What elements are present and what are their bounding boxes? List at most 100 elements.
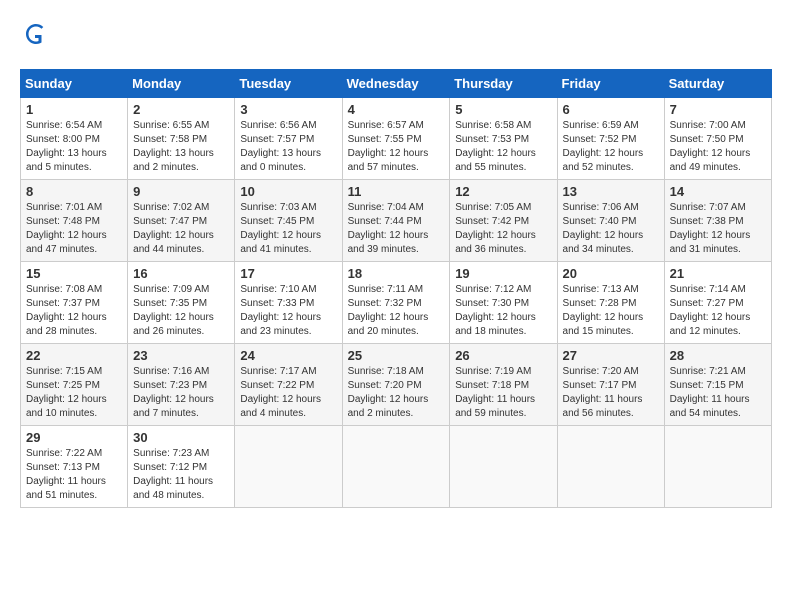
day-number: 25 [348,348,445,363]
day-info: Sunrise: 7:19 AMSunset: 7:18 PMDaylight:… [455,365,551,421]
calendar-week-row: 29 Sunrise: 7:22 AMSunset: 7:13 PMDayligh… [21,426,772,508]
calendar-day-cell: 11 Sunrise: 7:04 AMSunset: 7:44 PMDayligh… [342,180,450,262]
calendar-day-cell: 17 Sunrise: 7:10 AMSunset: 7:33 PMDayligh… [235,262,342,344]
calendar-day-cell [235,426,342,508]
weekday-header-monday: Monday [128,70,235,98]
calendar-day-cell: 4 Sunrise: 6:57 AMSunset: 7:55 PMDaylight… [342,98,450,180]
logo [20,20,50,53]
day-info: Sunrise: 7:22 AMSunset: 7:13 PMDaylight:… [26,447,122,503]
calendar-day-cell [342,426,450,508]
day-info: Sunrise: 7:16 AMSunset: 7:23 PMDaylight:… [133,365,229,421]
day-info: Sunrise: 7:23 AMSunset: 7:12 PMDaylight:… [133,447,229,503]
day-number: 12 [455,184,551,199]
calendar-day-cell: 8 Sunrise: 7:01 AMSunset: 7:48 PMDaylight… [21,180,128,262]
calendar-day-cell: 1 Sunrise: 6:54 AMSunset: 8:00 PMDaylight… [21,98,128,180]
calendar-day-cell: 22 Sunrise: 7:15 AMSunset: 7:25 PMDayligh… [21,344,128,426]
day-info: Sunrise: 7:21 AMSunset: 7:15 PMDaylight:… [670,365,766,421]
calendar-day-cell [557,426,664,508]
day-info: Sunrise: 7:15 AMSunset: 7:25 PMDaylight:… [26,365,122,421]
day-number: 22 [26,348,122,363]
calendar-day-cell [664,426,771,508]
calendar-day-cell: 27Sunrise: 7:20 AMSunset: 7:17 PMDayligh… [557,344,664,426]
day-number: 28 [670,348,766,363]
day-number: 11 [348,184,445,199]
calendar-day-cell: 30 Sunrise: 7:23 AMSunset: 7:12 PMDayligh… [128,426,235,508]
calendar-table: SundayMondayTuesdayWednesdayThursdayFrid… [20,69,772,508]
calendar-day-cell: 25 Sunrise: 7:18 AMSunset: 7:20 PMDayligh… [342,344,450,426]
day-number: 29 [26,430,122,445]
calendar-day-cell: 28 Sunrise: 7:21 AMSunset: 7:15 PMDayligh… [664,344,771,426]
calendar-day-cell: 2 Sunrise: 6:55 AMSunset: 7:58 PMDaylight… [128,98,235,180]
weekday-header-saturday: Saturday [664,70,771,98]
day-number: 17 [240,266,336,281]
day-number: 23 [133,348,229,363]
calendar-day-cell [450,426,557,508]
day-number: 2 [133,102,229,117]
day-number: 19 [455,266,551,281]
day-info: Sunrise: 7:02 AMSunset: 7:47 PMDaylight:… [133,201,229,257]
weekday-header-tuesday: Tuesday [235,70,342,98]
day-info: Sunrise: 7:04 AMSunset: 7:44 PMDaylight:… [348,201,445,257]
calendar-day-cell: 15 Sunrise: 7:08 AMSunset: 7:37 PMDayligh… [21,262,128,344]
weekday-header-sunday: Sunday [21,70,128,98]
day-number: 15 [26,266,122,281]
logo-icon [22,20,50,48]
calendar-day-cell: 5 Sunrise: 6:58 AMSunset: 7:53 PMDaylight… [450,98,557,180]
calendar-day-cell: 13Sunrise: 7:06 AMSunset: 7:40 PMDayligh… [557,180,664,262]
calendar-week-row: 1 Sunrise: 6:54 AMSunset: 8:00 PMDaylight… [21,98,772,180]
calendar-day-cell: 20 Sunrise: 7:13 AMSunset: 7:28 PMDayligh… [557,262,664,344]
day-number: 30 [133,430,229,445]
calendar-day-cell: 7Sunrise: 7:00 AMSunset: 7:50 PMDaylight… [664,98,771,180]
day-number: 1 [26,102,122,117]
day-info: Sunrise: 7:06 AMSunset: 7:40 PMDaylight:… [563,201,659,257]
day-info: Sunrise: 7:08 AMSunset: 7:37 PMDaylight:… [26,283,122,339]
day-info: Sunrise: 6:58 AMSunset: 7:53 PMDaylight:… [455,119,551,175]
calendar-day-cell: 14 Sunrise: 7:07 AMSunset: 7:38 PMDayligh… [664,180,771,262]
page-header [20,20,772,53]
calendar-day-cell: 6 Sunrise: 6:59 AMSunset: 7:52 PMDaylight… [557,98,664,180]
day-info: Sunrise: 7:10 AMSunset: 7:33 PMDaylight:… [240,283,336,339]
day-number: 4 [348,102,445,117]
day-number: 24 [240,348,336,363]
calendar-day-cell: 9 Sunrise: 7:02 AMSunset: 7:47 PMDaylight… [128,180,235,262]
day-info: Sunrise: 7:13 AMSunset: 7:28 PMDaylight:… [563,283,659,339]
day-info: Sunrise: 7:07 AMSunset: 7:38 PMDaylight:… [670,201,766,257]
day-info: Sunrise: 7:14 AMSunset: 7:27 PMDaylight:… [670,283,766,339]
day-number: 10 [240,184,336,199]
day-number: 18 [348,266,445,281]
day-info: Sunrise: 7:01 AMSunset: 7:48 PMDaylight:… [26,201,122,257]
day-number: 8 [26,184,122,199]
day-info: Sunrise: 7:03 AMSunset: 7:45 PMDaylight:… [240,201,336,257]
day-number: 6 [563,102,659,117]
calendar-day-cell: 26Sunrise: 7:19 AMSunset: 7:18 PMDayligh… [450,344,557,426]
day-number: 16 [133,266,229,281]
day-number: 9 [133,184,229,199]
day-info: Sunrise: 6:54 AMSunset: 8:00 PMDaylight:… [26,119,122,175]
day-info: Sunrise: 6:55 AMSunset: 7:58 PMDaylight:… [133,119,229,175]
weekday-header-wednesday: Wednesday [342,70,450,98]
day-info: Sunrise: 7:00 AMSunset: 7:50 PMDaylight:… [670,119,766,175]
calendar-week-row: 22 Sunrise: 7:15 AMSunset: 7:25 PMDayligh… [21,344,772,426]
day-info: Sunrise: 6:56 AMSunset: 7:57 PMDaylight:… [240,119,336,175]
weekday-header-friday: Friday [557,70,664,98]
day-info: Sunrise: 6:57 AMSunset: 7:55 PMDaylight:… [348,119,445,175]
calendar-header-row: SundayMondayTuesdayWednesdayThursdayFrid… [21,70,772,98]
calendar-day-cell: 18 Sunrise: 7:11 AMSunset: 7:32 PMDayligh… [342,262,450,344]
calendar-day-cell: 19 Sunrise: 7:12 AMSunset: 7:30 PMDayligh… [450,262,557,344]
day-number: 5 [455,102,551,117]
calendar-day-cell: 24Sunrise: 7:17 AMSunset: 7:22 PMDayligh… [235,344,342,426]
day-number: 14 [670,184,766,199]
calendar-week-row: 8 Sunrise: 7:01 AMSunset: 7:48 PMDaylight… [21,180,772,262]
day-number: 20 [563,266,659,281]
day-number: 27 [563,348,659,363]
day-info: Sunrise: 7:05 AMSunset: 7:42 PMDaylight:… [455,201,551,257]
day-info: Sunrise: 7:11 AMSunset: 7:32 PMDaylight:… [348,283,445,339]
day-info: Sunrise: 7:18 AMSunset: 7:20 PMDaylight:… [348,365,445,421]
calendar-day-cell: 23 Sunrise: 7:16 AMSunset: 7:23 PMDayligh… [128,344,235,426]
day-number: 21 [670,266,766,281]
day-info: Sunrise: 6:59 AMSunset: 7:52 PMDaylight:… [563,119,659,175]
calendar-day-cell: 21 Sunrise: 7:14 AMSunset: 7:27 PMDayligh… [664,262,771,344]
day-info: Sunrise: 7:12 AMSunset: 7:30 PMDaylight:… [455,283,551,339]
calendar-day-cell: 12 Sunrise: 7:05 AMSunset: 7:42 PMDayligh… [450,180,557,262]
calendar-week-row: 15 Sunrise: 7:08 AMSunset: 7:37 PMDayligh… [21,262,772,344]
